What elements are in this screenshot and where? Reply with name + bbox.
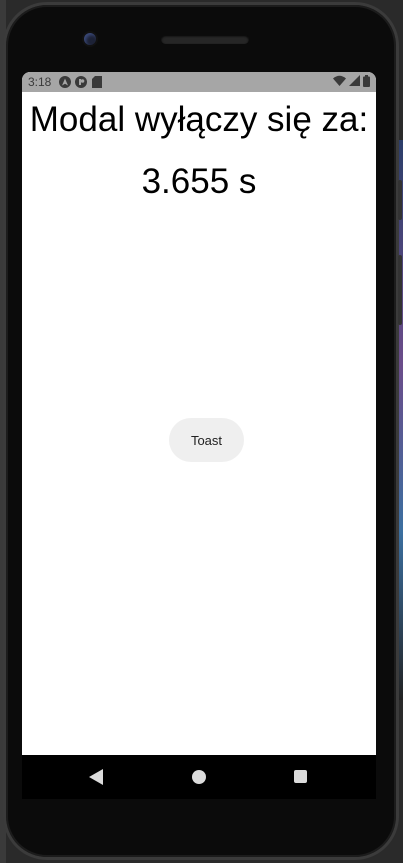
status-bar: 3:18 [22,72,376,92]
home-icon[interactable] [192,770,206,784]
android-auto-icon [59,76,72,88]
status-time: 3:18 [28,75,52,89]
navigation-bar [22,755,376,799]
front-camera [84,33,96,45]
recents-icon[interactable] [294,770,307,783]
sd-card-icon [91,76,103,88]
cell-signal-icon [349,75,360,89]
earpiece-speaker [161,35,249,44]
modal-title: Modal wyłączy się za: [29,100,369,139]
battery-icon [363,74,370,90]
countdown-timer: 3.655 s [141,162,257,201]
status-right-group [333,74,370,90]
back-icon[interactable] [89,769,103,785]
toast-button[interactable]: Toast [169,418,244,462]
app-screen: 3:18 Modal wyłączy się za: 3.655 s Toast [22,72,376,755]
volume-button[interactable] [398,255,402,325]
vpn-key-icon [75,76,88,88]
wifi-icon [333,75,346,89]
power-button[interactable] [398,180,402,220]
